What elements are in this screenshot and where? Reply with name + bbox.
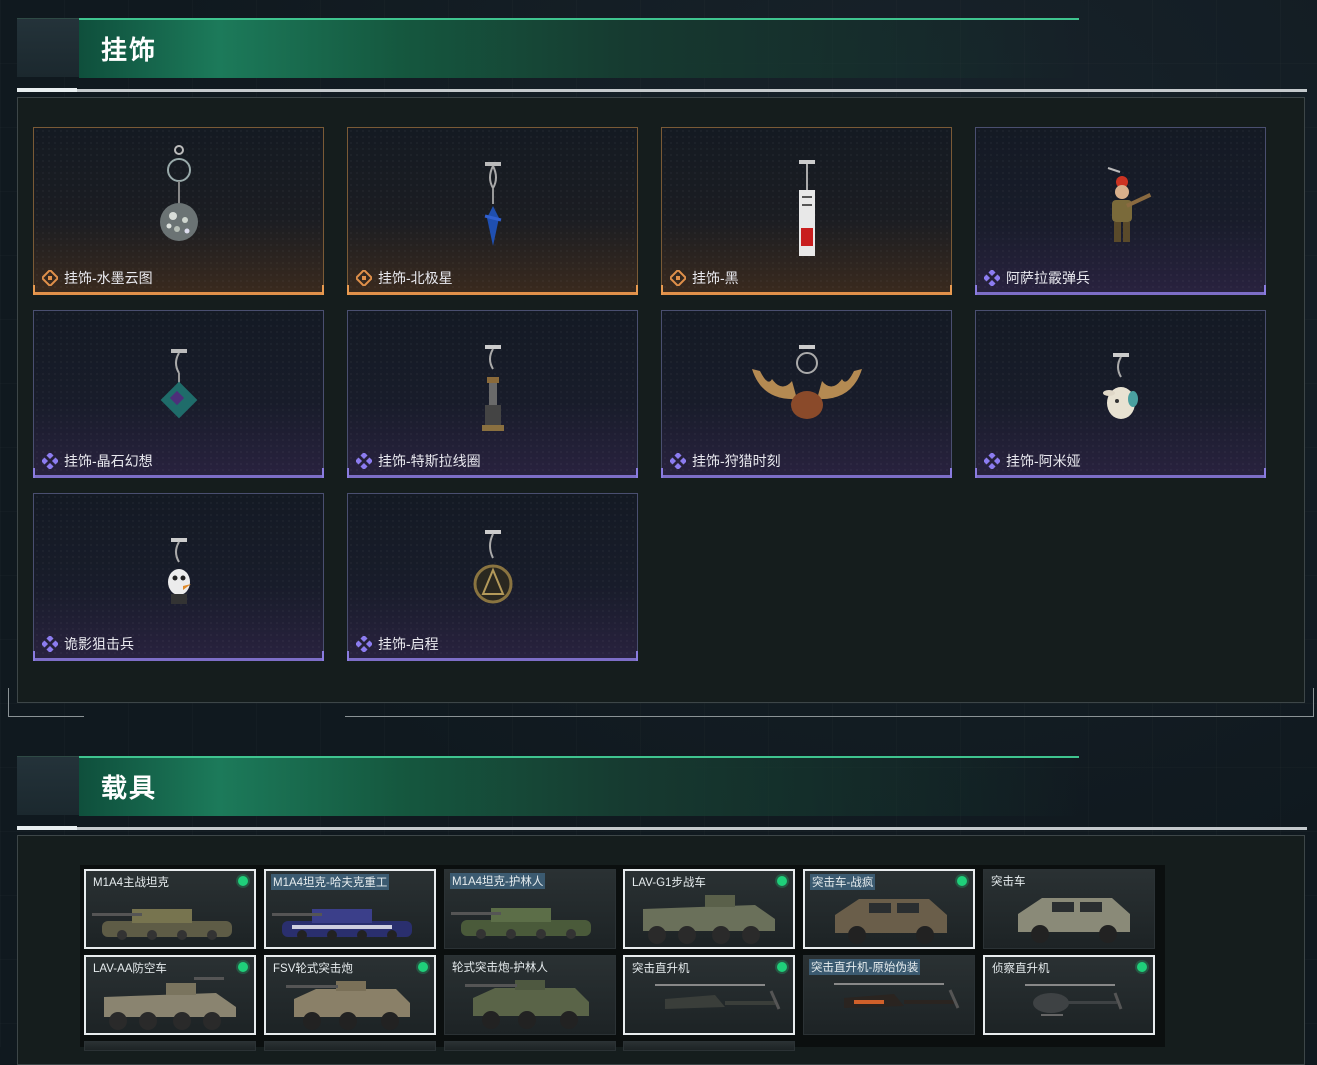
- tank-icon: [92, 909, 232, 940]
- assault-car-icon: [835, 899, 947, 944]
- vehicle-name: M1A4坦克-哈夫克重工: [271, 874, 390, 890]
- pendant-name: 挂饰-启程: [378, 636, 439, 652]
- attack-helicopter-icon: [655, 984, 781, 1010]
- pendant-card[interactable]: 挂饰-水墨云图: [33, 127, 324, 295]
- rarity-purple-icon: [984, 453, 1000, 469]
- white-mask-pendant-icon: [167, 538, 191, 604]
- vehicle-name: 突击车-战疯: [810, 874, 876, 890]
- vehicles-section-header: 载具: [17, 756, 1307, 816]
- pendant-name: 挂饰-狩猎时刻: [692, 453, 781, 469]
- vehicle-name: 侦察直升机: [992, 963, 1050, 975]
- pendant-card[interactable]: 挂饰-晶石幻想: [33, 310, 324, 478]
- wheeled-gun-icon: [465, 980, 589, 1029]
- owned-indicator-icon: [418, 962, 428, 972]
- ifv-icon: [643, 895, 775, 944]
- crystal-cube-pendant-icon: [160, 349, 197, 419]
- header-bar: [79, 756, 1079, 816]
- header-stub: [17, 18, 79, 77]
- vehicle-card[interactable]: M1A4主战坦克: [84, 869, 256, 949]
- owned-indicator-icon: [238, 876, 248, 886]
- rarity-purple-icon: [670, 453, 686, 469]
- pendant-card[interactable]: 诡影狙击兵: [33, 493, 324, 661]
- pendant-name: 挂饰-北极星: [378, 270, 453, 286]
- owned-indicator-icon: [777, 962, 787, 972]
- vehicle-card[interactable]: LAV-G1步战车: [623, 869, 795, 949]
- pendant-name: 挂饰-水墨云图: [64, 270, 153, 286]
- rarity-gold-icon: [42, 270, 58, 286]
- vehicle-card[interactable]: [264, 1041, 436, 1051]
- pendant-name: 阿萨拉霰弹兵: [1006, 270, 1090, 286]
- pendant-card[interactable]: 挂饰-启程: [347, 493, 638, 661]
- tank-icon: [272, 909, 412, 940]
- tesla-coil-pendant-icon: [481, 345, 504, 431]
- rarity-purple-icon: [984, 270, 1000, 286]
- vehicle-name: M1A4坦克-护林人: [450, 873, 546, 889]
- rarity-purple-icon: [42, 453, 58, 469]
- aa-vehicle-icon: [104, 977, 236, 1030]
- section-divider: [17, 826, 1307, 830]
- vehicle-card[interactable]: M1A4坦克-哈夫克重工: [264, 869, 436, 949]
- owned-indicator-icon: [238, 962, 248, 972]
- soldier-figure-pendant-icon: [1107, 167, 1151, 242]
- pendant-card[interactable]: 挂饰-狩猎时刻: [661, 310, 952, 478]
- scout-helicopter-icon: [1025, 984, 1123, 1016]
- rarity-gold-icon: [356, 270, 372, 286]
- pendant-card[interactable]: 阿萨拉霰弹兵: [975, 127, 1266, 295]
- pendant-name: 挂饰-晶石幻想: [64, 453, 153, 469]
- panel-bracket-left: [8, 688, 84, 717]
- tag-pendant-icon: [798, 160, 815, 256]
- vehicle-card[interactable]: [84, 1041, 256, 1051]
- rarity-purple-icon: [356, 453, 372, 469]
- header-bar: [79, 18, 1079, 78]
- pendant-card[interactable]: 挂饰-黑: [661, 127, 952, 295]
- rarity-purple-icon: [356, 636, 372, 652]
- pendant-name: 挂饰-黑: [692, 270, 739, 286]
- header-stub: [17, 756, 79, 815]
- bunny-pendant-icon: [1102, 353, 1138, 419]
- section-title: 挂饰: [101, 36, 158, 66]
- pendant-card[interactable]: 挂饰-特斯拉线圈: [347, 310, 638, 478]
- vehicle-grid: M1A4主战坦克 M1A4坦克-哈夫克重工 M1A4坦克-护林人 LAV-G1步…: [80, 865, 1165, 1051]
- pendant-name: 挂饰-阿米娅: [1006, 453, 1081, 469]
- vehicle-name: 突击直升机: [632, 963, 690, 975]
- vehicle-card[interactable]: 突击车-战疯: [803, 869, 975, 949]
- vehicle-card[interactable]: M1A4坦克-护林人: [444, 869, 616, 949]
- disco-ball-pendant-icon: [159, 145, 198, 241]
- owned-indicator-icon: [777, 876, 787, 886]
- rarity-gold-icon: [670, 270, 686, 286]
- pendant-name: 挂饰-特斯拉线圈: [378, 453, 481, 469]
- vehicle-card[interactable]: 侦察直升机: [983, 955, 1155, 1035]
- vehicle-card[interactable]: 突击车: [983, 869, 1155, 949]
- vehicle-name: 突击直升机-原始伪装: [809, 959, 921, 975]
- assault-car-icon: [1018, 898, 1130, 943]
- vehicle-card[interactable]: 轮式突击炮-护林人: [444, 955, 616, 1035]
- vehicle-card[interactable]: LAV-AA防空车: [84, 955, 256, 1035]
- section-title: 载具: [101, 774, 158, 804]
- pendant-name: 诡影狙击兵: [64, 636, 134, 652]
- medal-pendant-icon: [473, 530, 512, 604]
- blue-star-pendant-icon: [484, 162, 501, 246]
- owned-indicator-icon: [1137, 962, 1147, 972]
- vehicle-card[interactable]: 突击直升机: [623, 955, 795, 1035]
- tank-icon: [451, 908, 591, 939]
- pendant-card[interactable]: 挂饰-阿米娅: [975, 310, 1266, 478]
- wheeled-gun-icon: [286, 981, 410, 1030]
- vehicle-card[interactable]: FSV轮式突击炮: [264, 955, 436, 1035]
- moose-antler-pendant-icon: [751, 345, 862, 419]
- pendants-section-header: 挂饰: [17, 18, 1307, 78]
- section-divider: [17, 88, 1307, 92]
- pendant-card[interactable]: 挂饰-北极星: [347, 127, 638, 295]
- vehicle-card[interactable]: [623, 1041, 795, 1051]
- vehicle-name: 突击车: [991, 876, 1026, 888]
- panel-bracket-right: [345, 688, 1314, 717]
- vehicle-card[interactable]: [444, 1041, 616, 1051]
- vehicle-name: M1A4主战坦克: [93, 877, 170, 889]
- rarity-purple-icon: [42, 636, 58, 652]
- attack-helicopter-icon: [834, 983, 960, 1009]
- owned-indicator-icon: [957, 876, 967, 886]
- vehicle-card[interactable]: 突击直升机-原始伪装: [803, 955, 975, 1035]
